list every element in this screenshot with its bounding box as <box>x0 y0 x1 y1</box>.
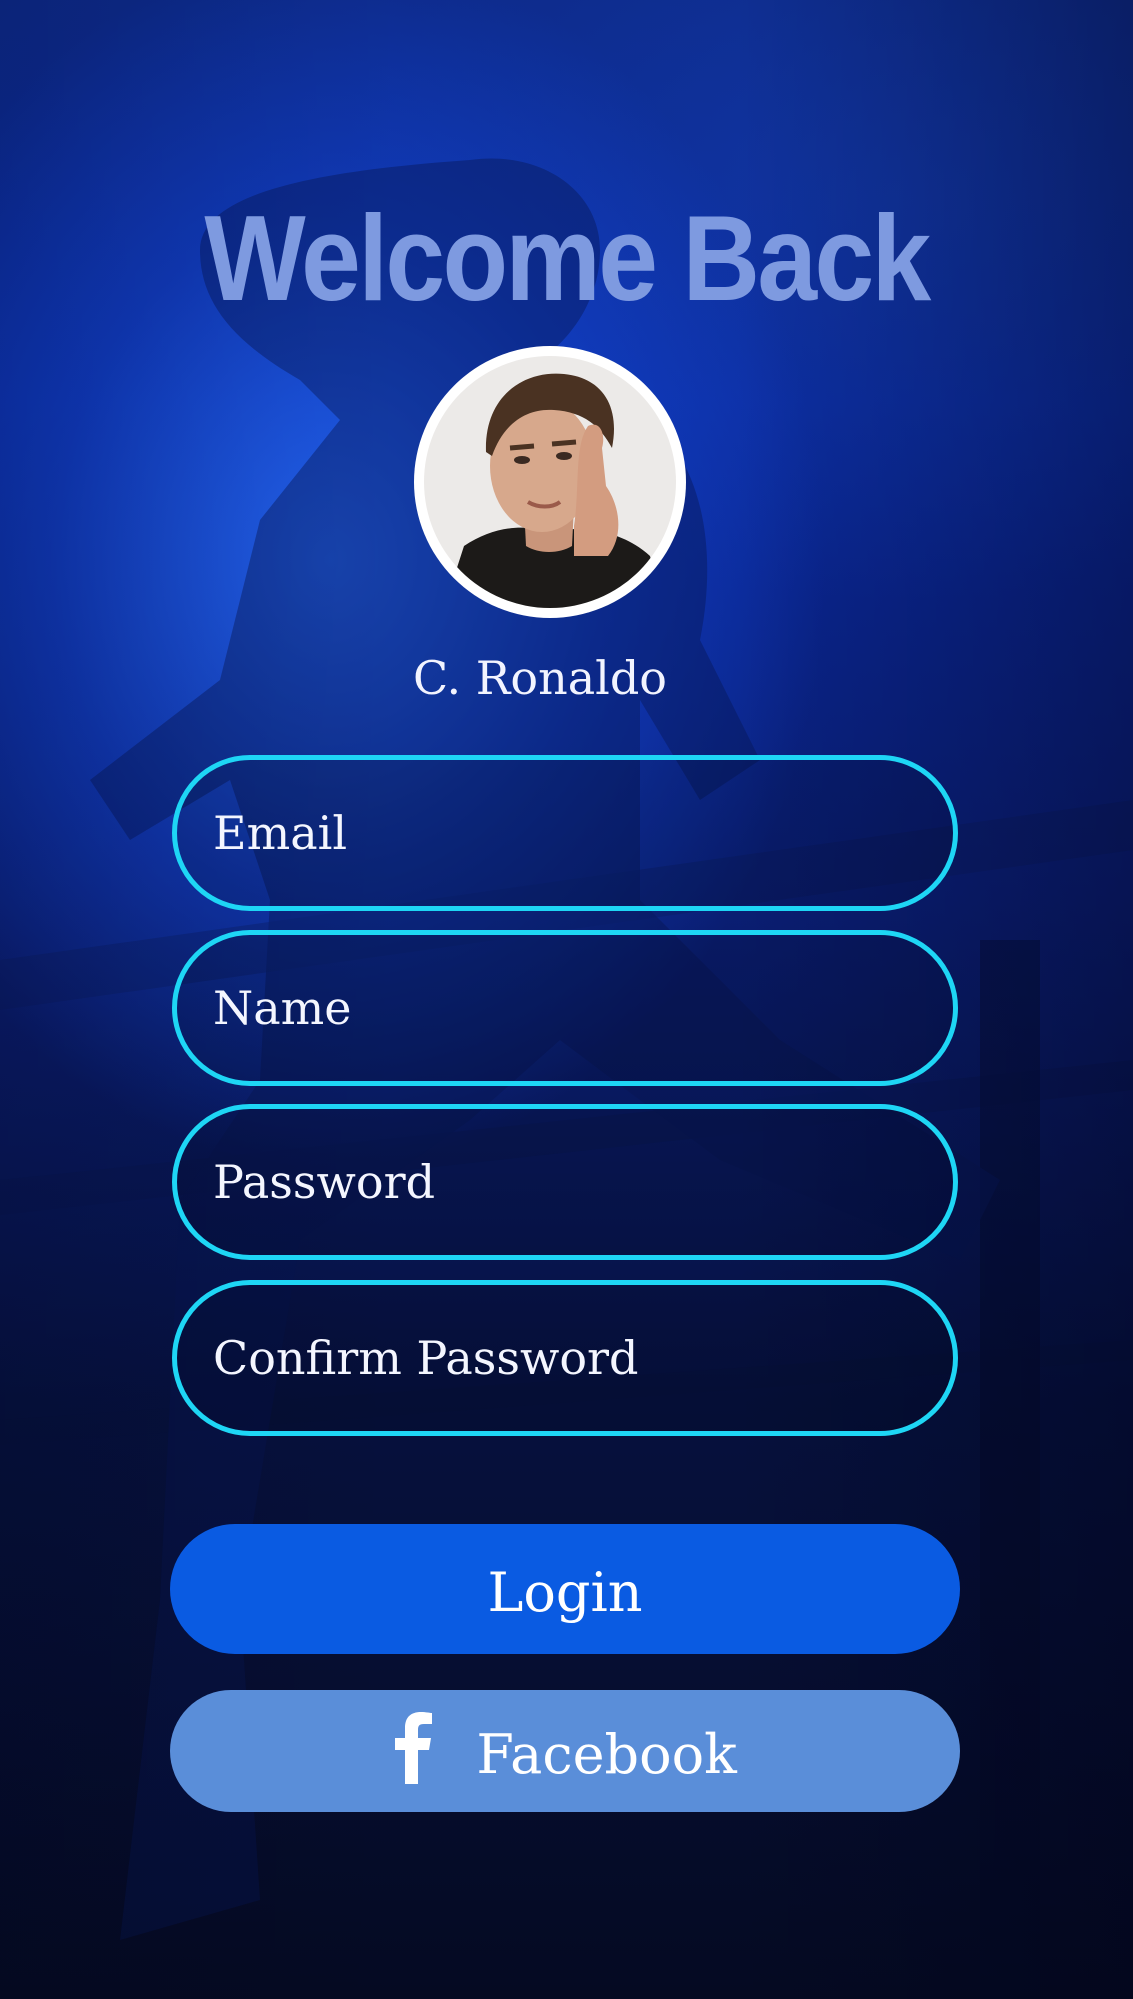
login-button-label: Login <box>487 1561 643 1624</box>
facebook-f-icon <box>395 1712 433 1784</box>
password-field[interactable] <box>172 1104 958 1260</box>
profile-avatar[interactable] <box>414 346 686 618</box>
password-input[interactable] <box>213 1109 913 1255</box>
name-field[interactable] <box>172 930 958 1086</box>
profile-name: C. Ronaldo <box>412 651 668 705</box>
name-input[interactable] <box>213 935 913 1081</box>
welcome-title: Welcome Back <box>204 190 931 326</box>
login-screen: Welcome Back C. Ronaldo Email Name Login… <box>0 0 1133 1999</box>
user-portrait-avatar-icon <box>424 356 676 608</box>
email-field[interactable] <box>172 755 958 911</box>
facebook-login-button[interactable]: Facebook <box>170 1690 960 1812</box>
login-button[interactable]: Login <box>170 1524 960 1654</box>
email-input[interactable] <box>213 760 913 906</box>
facebook-button-label: Facebook <box>476 1723 737 1786</box>
confirm-password-input[interactable] <box>213 1285 913 1431</box>
confirm-password-field[interactable] <box>172 1280 958 1436</box>
